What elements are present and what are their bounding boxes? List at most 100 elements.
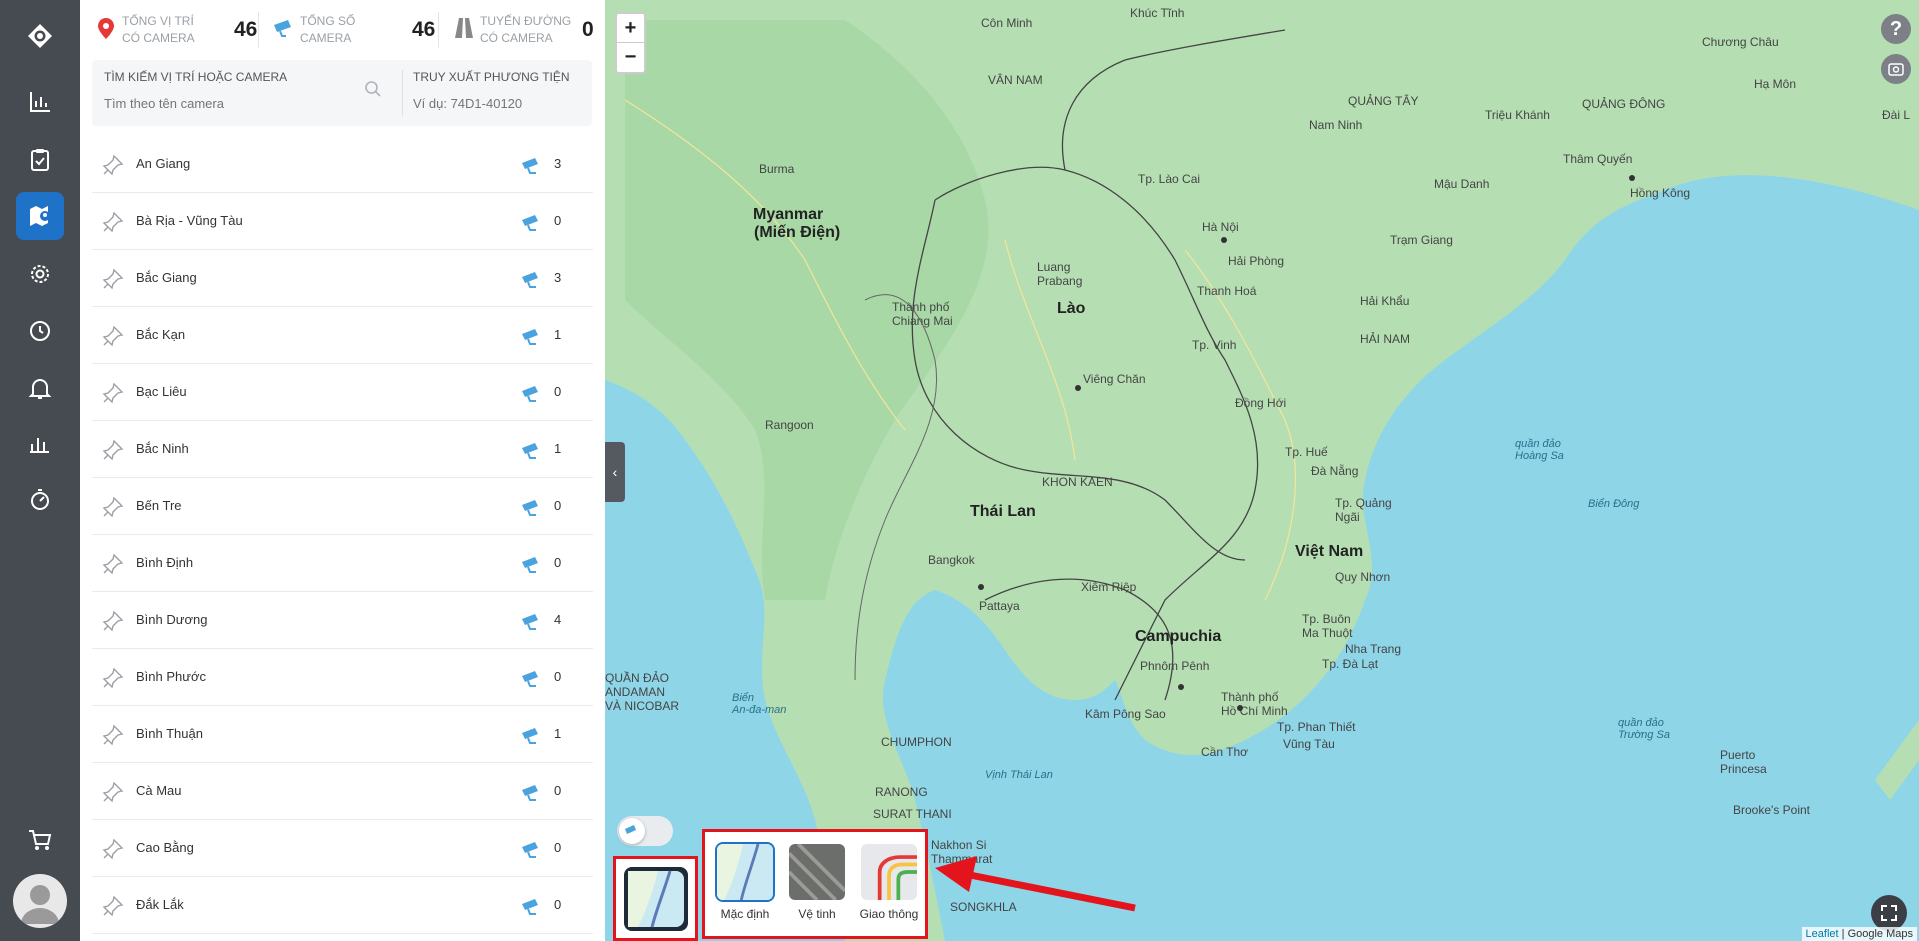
pin-icon[interactable] [102,610,124,632]
leaflet-link[interactable]: Leaflet [1806,928,1839,940]
province-row[interactable]: Bà Rịa - Vũng Tàu 0 [92,193,593,250]
map-label-dalat: Tp. Đà Lạt [1322,657,1379,671]
map-label-cantho: Cần Thơ [1201,745,1249,759]
road-icon [455,18,473,38]
map-label-hanoi: Hà Nội [1202,220,1239,234]
province-row[interactable]: Cao Bằng 0 [92,820,593,877]
camera-search-input[interactable] [104,96,354,111]
map-label-haiphong: Hải Phòng [1228,254,1285,268]
pin-icon[interactable] [102,667,124,689]
layer-option-satellite[interactable]: Vệ tinh [785,842,849,921]
pin-icon[interactable] [102,553,124,575]
user-avatar[interactable] [13,874,67,928]
nav-settings[interactable] [16,250,64,298]
camera-icon [522,557,538,573]
logo[interactable] [16,12,64,60]
map-label-myanmar-2: (Miến Điện) [754,224,841,241]
stat-routes-value: 0 [582,18,594,41]
pin-icon[interactable] [102,496,124,518]
map-label-biendong: Biển Đông [1588,498,1640,510]
map-label-cambodia: Campuchia [1135,628,1222,645]
timer-icon [30,321,50,341]
fullscreen-icon [1881,905,1897,921]
province-row[interactable]: Bắc Ninh 1 [92,421,593,478]
vehicle-search-input[interactable] [413,96,583,111]
map-basemap [605,0,1919,941]
province-name: Bình Phước [136,669,206,684]
nav-speed[interactable] [16,476,64,524]
map-label-thailand: Thái Lan [970,503,1036,520]
map-label-chuongchau: Chương Châu [1702,35,1779,49]
pin-icon[interactable] [102,838,124,860]
stat-routes-label-1: TUYẾN ĐƯỜNG [480,14,572,28]
pin-icon[interactable] [102,382,124,404]
camera-icon [522,386,538,402]
province-row[interactable]: Bình Phước 0 [92,649,593,706]
map-label-vungtau: Vũng Tàu [1283,737,1335,751]
search-icon[interactable] [364,80,382,98]
collapse-panel-button[interactable]: ‹ [605,442,625,502]
layer-option-traffic-label: Giao thông [859,907,919,921]
layer-option-traffic[interactable]: Giao thông [857,842,921,921]
province-row[interactable]: Cà Mau 0 [92,763,593,820]
pin-icon[interactable] [102,268,124,290]
map-label-phanthiet: Tp. Phan Thiết [1277,720,1356,734]
nav-statistics[interactable] [16,78,64,126]
nav-cart[interactable] [16,816,64,864]
pin-icon[interactable] [102,154,124,176]
pin-icon[interactable] [102,211,124,233]
camera-count: 0 [554,498,562,513]
map-label-phnompenh: Phnôm Pênh [1140,659,1210,673]
map-label-nhatrang: Nha Trang [1345,642,1402,656]
map-label-khonkaen: KHON KAEN [1042,475,1113,489]
pin-icon[interactable] [102,724,124,746]
fullscreen-button[interactable] [1871,895,1907,931]
pin-icon[interactable] [102,895,124,917]
province-row[interactable]: Đắk Lắk 0 [92,877,593,934]
nav-history[interactable] [16,306,64,354]
camera-layer-toggle[interactable] [617,816,673,846]
province-name: Đắk Lắk [136,897,184,912]
map-view[interactable]: Myanmar (Miến Điện) Burma Lào Thái Lan V… [605,0,1919,941]
pin-icon[interactable] [102,781,124,803]
camera-icon [274,20,291,37]
map-label-maudanh: Mậu Danh [1434,177,1490,191]
screenshot-button[interactable] [1881,54,1911,84]
nav-alerts[interactable] [16,364,64,412]
map-label-haikhau: Hải Khẩu [1360,294,1410,308]
map-label-ranong: RANONG [875,785,928,799]
province-row[interactable]: Bình Định 0 [92,535,593,592]
layer-switch-button[interactable] [613,856,698,941]
province-name: Bắc Kạn [136,327,186,342]
nav-tasks[interactable] [16,136,64,184]
zoom-in-button[interactable]: + [617,14,644,43]
layer-option-default[interactable]: Mặc định [713,842,777,921]
camera-search-title: TÌM KIẾM VỊ TRÍ HOẶC CAMERA [104,70,288,84]
camera-count: 0 [554,669,562,684]
province-row[interactable]: Bắc Giang 3 [92,250,593,307]
province-row[interactable]: Bạc Liêu 0 [92,364,593,421]
nav-map[interactable] [16,192,64,240]
camera-icon [522,785,538,801]
province-row[interactable]: Bình Dương 4 [92,592,593,649]
divider [438,12,439,48]
province-row[interactable]: An Giang 3 [92,136,593,193]
camera-icon [522,614,538,630]
stat-cameras-label-2: CAMERA [300,31,352,45]
map-label-donghoi: Đồng Hới [1235,396,1287,410]
nav-reports[interactable] [16,420,64,468]
pin-icon[interactable] [102,325,124,347]
camera-count: 0 [554,384,562,399]
province-row[interactable]: Bến Tre 0 [92,478,593,535]
pin-icon[interactable] [102,439,124,461]
province-name: Bình Định [136,555,194,570]
map-label-bangkok: Bangkok [928,553,975,567]
province-row[interactable]: Bắc Kạn 1 [92,307,593,364]
map-label-lao: Lào [1057,300,1086,317]
stat-cameras-value: 46 [412,18,436,41]
cart-icon [29,830,52,850]
province-row[interactable]: Bình Thuận 1 [92,706,593,763]
help-button[interactable]: ? [1881,14,1911,44]
zoom-out-button[interactable]: − [617,43,644,72]
column-chart-icon [30,438,49,453]
